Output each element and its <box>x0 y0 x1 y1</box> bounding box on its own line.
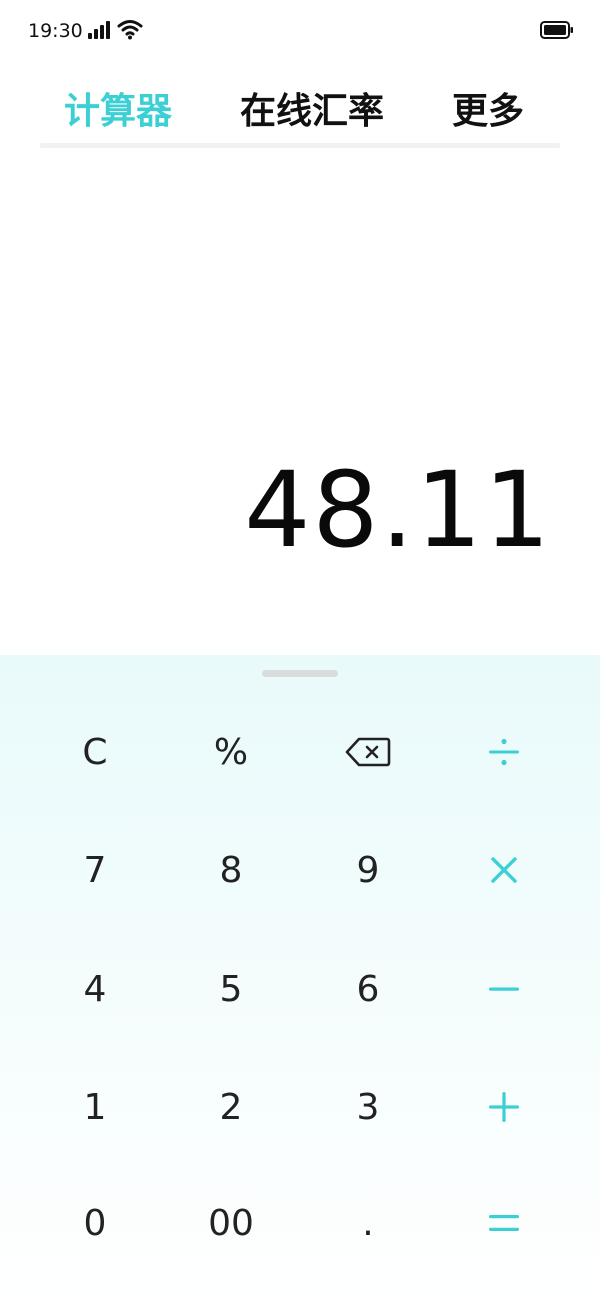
key-minus[interactable] <box>436 930 572 1048</box>
key-backspace[interactable] <box>300 693 436 811</box>
key-percent[interactable]: % <box>163 693 299 811</box>
key-7[interactable]: 7 <box>27 811 163 929</box>
status-time: 19:30 <box>28 20 83 42</box>
key-equals[interactable] <box>436 1164 572 1282</box>
backspace-icon <box>345 737 391 767</box>
key-2[interactable]: 2 <box>163 1048 299 1166</box>
multiply-icon <box>489 855 519 885</box>
key-multiply[interactable] <box>436 811 572 929</box>
equals-icon <box>487 1210 521 1236</box>
tab-bar: 计算器 在线汇率 更多 <box>0 84 600 140</box>
battery-icon <box>540 21 574 43</box>
key-8[interactable]: 8 <box>163 811 299 929</box>
key-decimal[interactable]: . <box>300 1164 436 1282</box>
key-1[interactable]: 1 <box>27 1048 163 1166</box>
wifi-icon <box>117 18 143 44</box>
status-bar: 19:30 <box>0 0 600 60</box>
tab-calculator[interactable]: 计算器 <box>62 84 174 140</box>
keypad: C % 7 8 9 4 5 6 1 2 3 0 00 . <box>0 655 600 1301</box>
signal-icon <box>88 21 112 43</box>
key-9[interactable]: 9 <box>300 811 436 929</box>
key-0[interactable]: 0 <box>27 1164 163 1282</box>
tab-more[interactable]: 更多 <box>450 84 526 140</box>
key-clear[interactable]: C <box>27 693 163 811</box>
result-value: 48.11 <box>244 449 552 571</box>
key-6[interactable]: 6 <box>300 930 436 1048</box>
minus-icon <box>487 984 521 994</box>
drag-handle[interactable] <box>262 670 338 677</box>
key-3[interactable]: 3 <box>300 1048 436 1166</box>
key-divide[interactable] <box>436 693 572 811</box>
tab-divider <box>40 143 560 148</box>
key-plus[interactable] <box>436 1048 572 1166</box>
divide-icon <box>487 735 521 769</box>
tab-exchange-rate[interactable]: 在线汇率 <box>238 84 386 140</box>
key-00[interactable]: 00 <box>163 1164 299 1282</box>
plus-icon <box>487 1090 521 1124</box>
key-5[interactable]: 5 <box>163 930 299 1048</box>
key-4[interactable]: 4 <box>27 930 163 1048</box>
result-display: 48.11 <box>0 150 600 655</box>
